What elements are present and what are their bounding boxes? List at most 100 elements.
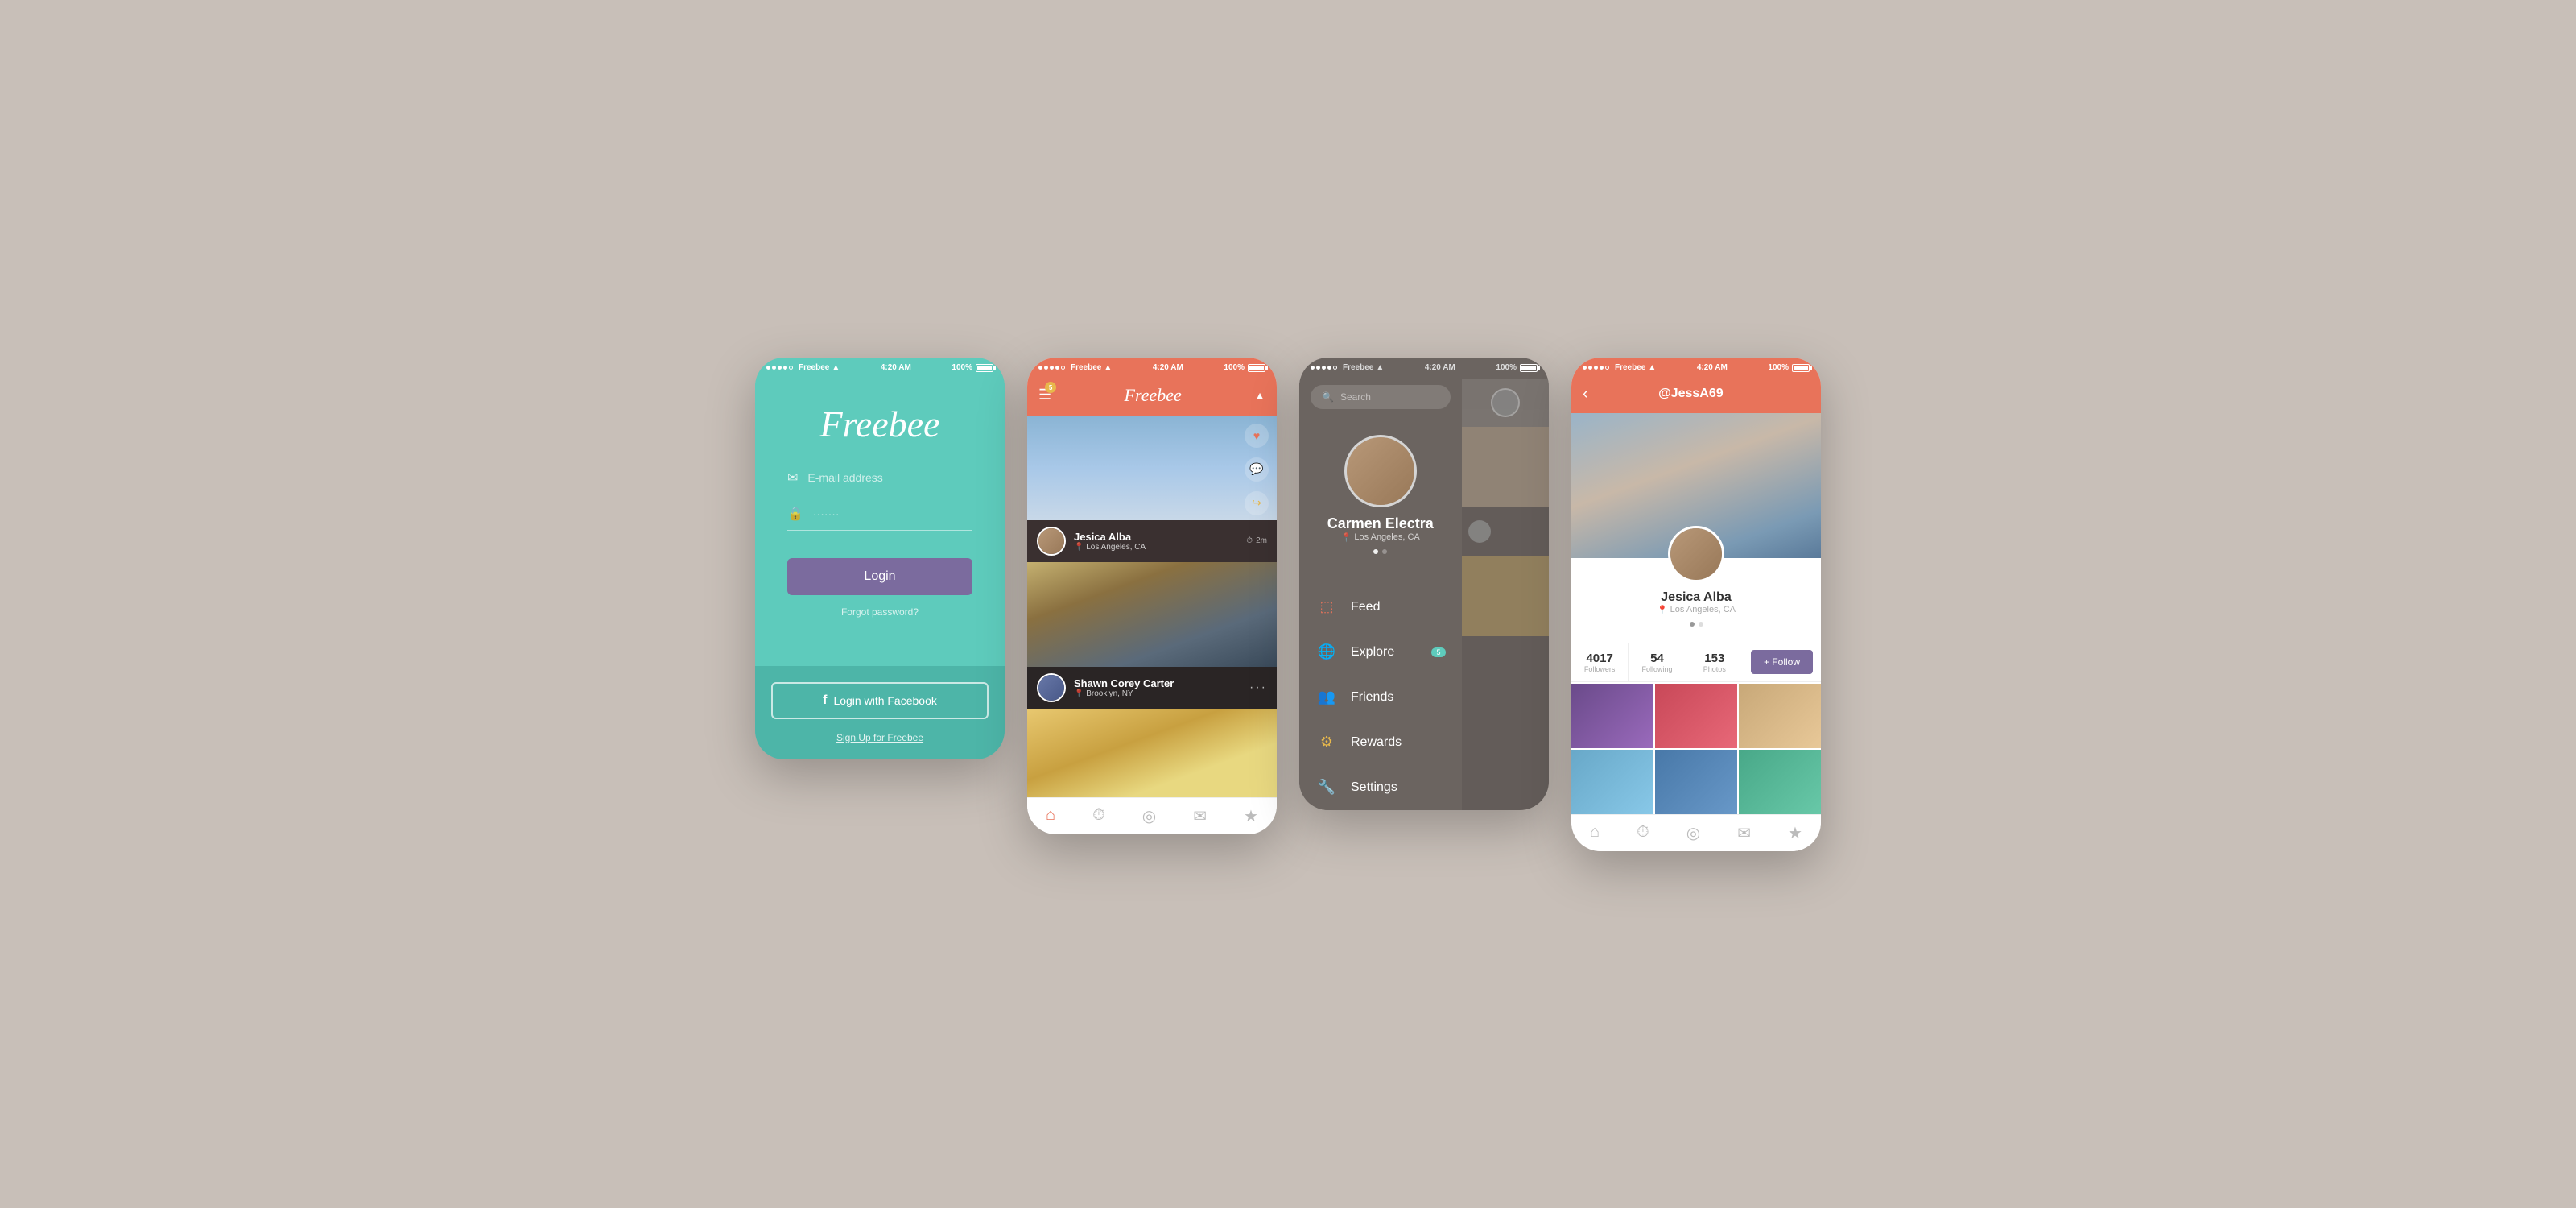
nav-clock[interactable]: ⏱ — [1092, 806, 1105, 826]
right-4: 100% — [1768, 363, 1810, 372]
menu-item-rewards[interactable]: ⚙ Rewards — [1299, 720, 1462, 765]
signup-link[interactable]: Sign Up for Freebee — [836, 732, 923, 743]
menu-profile: Carmen Electra 📍 Los Angeles, CA — [1299, 419, 1462, 577]
profile-top-nav: ‹ @JessA69 — [1571, 379, 1821, 413]
card1-user-info: Jesica Alba 📍 Los Angeles, CA — [1074, 531, 1238, 552]
search-input-wrap[interactable]: 🔍 Search — [1311, 385, 1451, 409]
photo-5[interactable] — [1655, 750, 1737, 814]
forgot-password-link[interactable]: Forgot password? — [787, 606, 972, 618]
menu-item-friends[interactable]: 👥 Friends — [1299, 675, 1462, 720]
share-button-1[interactable]: ↪ — [1245, 491, 1269, 515]
right-3: 100% — [1496, 363, 1538, 372]
friends-label: Friends — [1351, 690, 1393, 705]
feed-card-1: ♥ 💬 ↪ Jesica Alba 📍 Los Angeles, CA ⏱ 2m — [1027, 416, 1277, 562]
explore-icon: 🌐 — [1315, 641, 1338, 664]
profile-handle: @JessA69 — [1658, 387, 1724, 401]
comment-button-1[interactable]: 💬 — [1245, 457, 1269, 482]
following-stat: 54 Following — [1629, 643, 1686, 681]
battery-fill — [977, 366, 992, 370]
menu-item-explore[interactable]: 🌐 Explore 5 — [1299, 630, 1462, 675]
profile-hero-image — [1571, 413, 1821, 558]
battery-3 — [1520, 364, 1538, 372]
login-button[interactable]: Login — [787, 558, 972, 595]
photo-1[interactable] — [1571, 684, 1653, 748]
profile-nav-star[interactable]: ★ — [1788, 823, 1802, 843]
nav-home[interactable]: ⌂ — [1046, 806, 1055, 826]
carrier-4: Freebee — [1615, 363, 1645, 372]
notification-badge: 5 — [1045, 382, 1056, 393]
card-behind-footer-2 — [1462, 636, 1550, 685]
status-bar-4: Freebee ▲ 4:20 AM 100% — [1571, 358, 1821, 379]
location-pin-menu: 📍 — [1341, 532, 1352, 543]
profile-nav-mail[interactable]: ✉ — [1737, 823, 1751, 843]
battery-pct-4: 100% — [1768, 363, 1789, 372]
status-bar-2: Freebee ▲ 4:20 AM 100% — [1027, 358, 1277, 379]
wifi-icon: ▲ — [832, 363, 840, 372]
photo-3[interactable] — [1739, 684, 1821, 748]
pin-icon-2: 📍 — [1074, 689, 1084, 698]
status-signal-2: Freebee ▲ — [1038, 363, 1112, 372]
location-pin-profile: 📍 — [1657, 605, 1668, 615]
menu-profile-name: Carmen Electra — [1327, 515, 1434, 532]
carrier-label: Freebee — [799, 363, 829, 372]
profile-nav-camera[interactable]: ◎ — [1686, 823, 1700, 843]
login-header: Freebee ✉ 🔒 Login Forgot password? — [755, 379, 1005, 618]
card1-image — [1027, 416, 1277, 520]
profile-nav-home[interactable]: ⌂ — [1590, 823, 1600, 843]
explore-label: Explore — [1351, 645, 1394, 660]
card2-username: Shawn Corey Carter — [1074, 677, 1241, 689]
nav-mail[interactable]: ✉ — [1193, 806, 1207, 826]
ind-dot-2 — [1382, 549, 1387, 554]
carrier-3: Freebee — [1343, 363, 1373, 372]
facebook-icon: f — [823, 693, 827, 708]
nav-camera[interactable]: ◎ — [1142, 806, 1156, 826]
photo-2[interactable] — [1655, 684, 1737, 748]
facebook-login-button[interactable]: f Login with Facebook — [771, 682, 989, 719]
card2-location: 📍 Brooklyn, NY — [1074, 689, 1241, 698]
like-button-1[interactable]: ♥ — [1245, 424, 1269, 448]
password-input-group[interactable]: 🔒 — [787, 506, 972, 531]
battery-2 — [1248, 364, 1265, 372]
settings-icon: 🔧 — [1315, 776, 1338, 799]
password-input[interactable] — [813, 507, 972, 520]
more-options-2[interactable]: ··· — [1249, 681, 1267, 695]
nav-star[interactable]: ★ — [1244, 806, 1258, 826]
settings-label: Settings — [1351, 780, 1397, 795]
wifi-icon-4: ▲ — [1648, 363, 1656, 372]
phone-login: Freebee ▲ 4:20 AM 100% Freebee ✉ 🔒 Log — [755, 358, 1005, 759]
menu-profile-location: 📍 Los Angeles, CA — [1341, 532, 1420, 543]
menu-button[interactable]: ☰ 5 — [1038, 387, 1051, 403]
nav-icon-right: ▲ — [1254, 389, 1265, 402]
follow-button[interactable]: + Follow — [1751, 650, 1813, 674]
feed-label: Feed — [1351, 600, 1380, 614]
profile-avatar-hero — [1670, 528, 1722, 580]
card-behind-footer — [1462, 507, 1550, 556]
status-bar-1: Freebee ▲ 4:20 AM 100% — [755, 358, 1005, 379]
photos-label: Photos — [1686, 665, 1743, 673]
card2-avatar — [1037, 673, 1066, 702]
photo-4[interactable] — [1571, 750, 1653, 814]
battery-icon — [976, 364, 993, 372]
status-signal-4: Freebee ▲ — [1583, 363, 1656, 372]
menu-item-settings[interactable]: 🔧 Settings — [1299, 765, 1462, 810]
photo-6[interactable] — [1739, 750, 1821, 814]
email-input[interactable] — [807, 471, 972, 484]
menu-item-feed[interactable]: ⬚ Feed — [1299, 585, 1462, 630]
back-button[interactable]: ‹ — [1583, 385, 1588, 403]
time-3: 4:20 AM — [1425, 363, 1455, 372]
app-logo: Freebee — [820, 403, 940, 445]
stats-section: 4017 Followers 54 Following 153 Photos — [1571, 643, 1743, 681]
photos-stat: 153 Photos — [1686, 643, 1743, 681]
email-input-group[interactable]: ✉ — [787, 470, 972, 494]
feed-card-2: Shawn Corey Carter 📍 Brooklyn, NY ··· — [1027, 562, 1277, 709]
menu-profile-avatar[interactable] — [1344, 435, 1417, 507]
facebook-login-label: Login with Facebook — [833, 694, 936, 707]
battery-pct-2: 100% — [1224, 363, 1245, 372]
rewards-icon: ⚙ — [1315, 731, 1338, 754]
ind-dot-1 — [1373, 549, 1378, 554]
profile-nav-clock[interactable]: ⏱ — [1637, 823, 1649, 843]
card1-footer: Jesica Alba 📍 Los Angeles, CA ⏱ 2m — [1027, 520, 1277, 562]
time-4: 4:20 AM — [1697, 363, 1728, 372]
profile-avatar-img — [1347, 437, 1414, 505]
card2-photo — [1027, 562, 1277, 667]
